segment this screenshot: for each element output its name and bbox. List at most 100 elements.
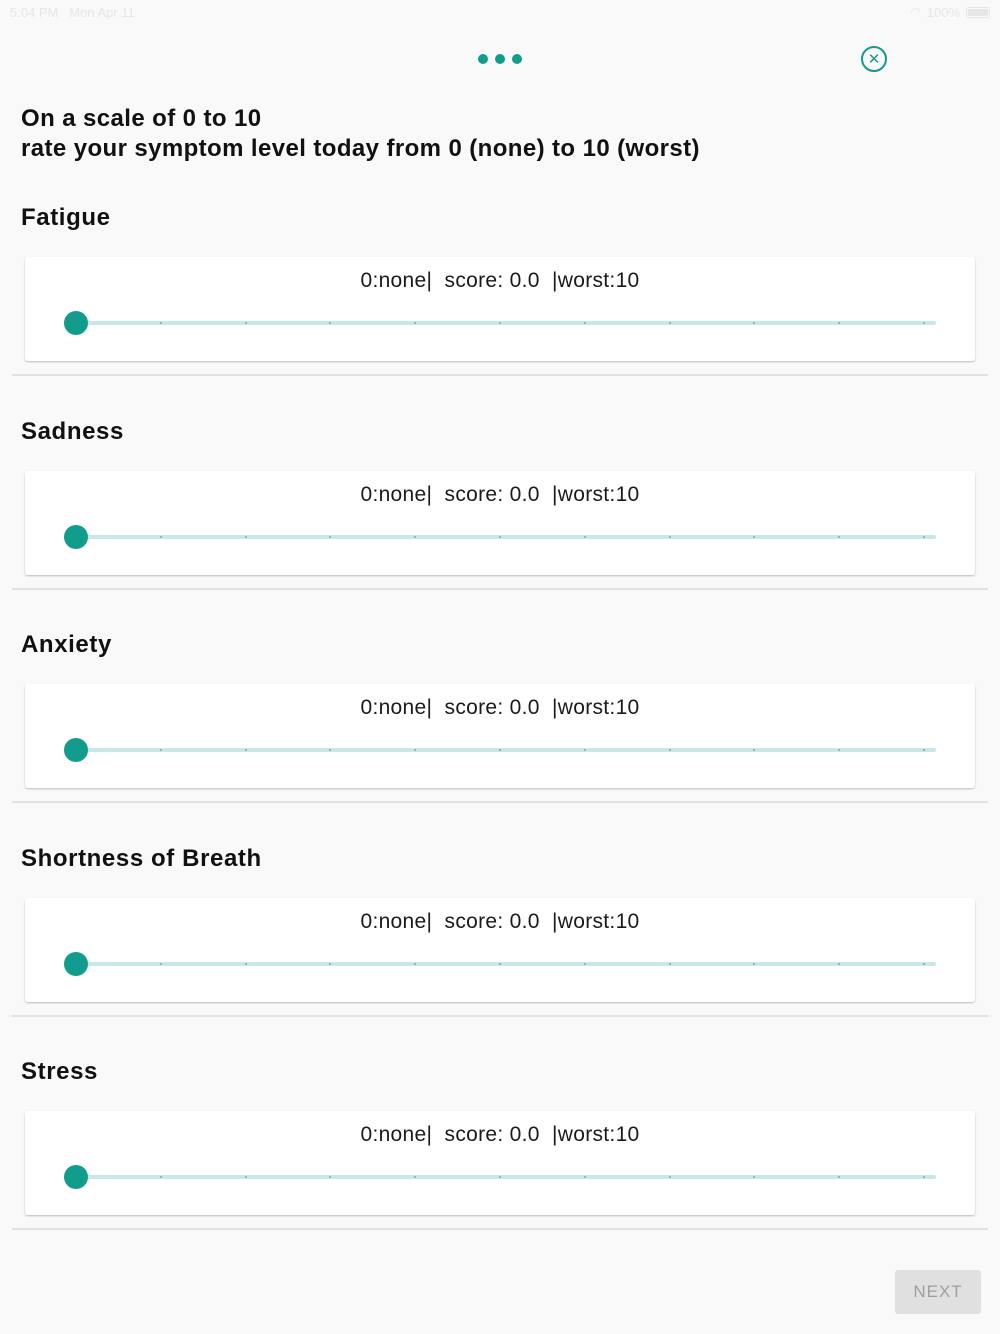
slider-tick: [583, 749, 586, 751]
instruction-line-2: rate your symptom level today from 0 (no…: [21, 135, 700, 162]
score-label: 0:none| score: 0.0 |worst:10: [360, 1123, 640, 1146]
instructions: On a scale of 0 to 10 rate your symptom …: [21, 104, 921, 164]
symptom-slider[interactable]: [64, 1165, 936, 1189]
slider-tick: [838, 536, 841, 538]
divider: [12, 1015, 988, 1017]
symptom-card: 0:none| score: 0.0 |worst:10: [25, 257, 975, 361]
divider: [12, 374, 988, 376]
slider-tick: [923, 749, 925, 751]
symptom-card: 0:none| score: 0.0 |worst:10: [25, 898, 975, 1002]
score-label: 0:none| score: 0.0 |worst:10: [360, 910, 640, 933]
next-button[interactable]: NEXT: [895, 1270, 981, 1314]
score-label: 0:none| score: 0.0 |worst:10: [360, 269, 640, 292]
slider-tick: [923, 322, 925, 324]
battery-icon: [966, 6, 990, 18]
slider-tick: [159, 536, 162, 538]
slider-tick: [583, 536, 586, 538]
status-right: ◠ 100%: [910, 5, 990, 20]
slider-tick: [753, 1176, 756, 1178]
slider-tick: [838, 322, 841, 324]
dot: [495, 54, 505, 64]
slider-tick: [668, 749, 671, 751]
slider-tick: [923, 963, 925, 965]
symptom-card: 0:none| score: 0.0 |worst:10: [25, 684, 975, 788]
slider-tick: [244, 749, 247, 751]
symptom-slider[interactable]: [64, 952, 936, 976]
divider: [12, 1228, 988, 1230]
more-options-icon[interactable]: [478, 53, 522, 65]
slider-tick: [499, 963, 501, 965]
status-time: 5:04 PM: [10, 4, 59, 20]
slider-tick: [414, 1176, 417, 1178]
slider-tick: [414, 963, 417, 965]
slider-thumb[interactable]: [64, 311, 88, 335]
slider-tick: [414, 749, 417, 751]
symptom-section-fatigue: Fatigue 0:none| score: 0.0 |worst:10: [0, 203, 1000, 417]
slider-thumb[interactable]: [64, 952, 88, 976]
slider-tick: [753, 963, 756, 965]
slider-tick: [159, 322, 162, 324]
close-icon[interactable]: ✕: [861, 46, 887, 72]
slider-tick: [244, 322, 247, 324]
slider-tick: [499, 536, 501, 538]
slider-tick: [753, 749, 756, 751]
slider-tick: [329, 536, 332, 538]
battery-percent: 100%: [926, 4, 960, 20]
slider-tick: [583, 1176, 586, 1178]
status-left: 5:04 PM Mon Apr 11: [10, 5, 135, 20]
status-bar: 5:04 PM Mon Apr 11 ◠ 100%: [0, 0, 1000, 24]
slider-tick: [838, 749, 841, 751]
symptom-survey-page: 5:04 PM Mon Apr 11 ◠ 100% ✕ On a scale o…: [0, 0, 1000, 1334]
slider-tick: [414, 322, 417, 324]
slider-tick: [583, 322, 586, 324]
slider-tick: [668, 322, 671, 324]
slider-tick: [329, 749, 332, 751]
slider-tick: [329, 1176, 332, 1178]
symptom-section-stress: Stress 0:none| score: 0.0 |worst:10: [0, 1057, 1000, 1271]
slider-tick: [159, 963, 162, 965]
slider-tick: [244, 536, 247, 538]
slider-tick: [923, 536, 925, 538]
symptom-title: Anxiety: [21, 631, 112, 658]
symptom-title: Sadness: [21, 418, 124, 445]
symptom-section-sadness: Sadness 0:none| score: 0.0 |worst:10: [0, 417, 1000, 631]
slider-tick: [329, 963, 332, 965]
slider-thumb[interactable]: [64, 1165, 88, 1189]
slider-tick: [753, 322, 756, 324]
slider-tick: [414, 536, 417, 538]
symptom-title: Fatigue: [21, 204, 111, 231]
divider: [12, 588, 988, 590]
symptom-slider[interactable]: [64, 738, 936, 762]
status-date: Mon Apr 11: [69, 4, 135, 20]
slider-tick: [244, 1176, 247, 1178]
slider-tick: [159, 1176, 162, 1178]
slider-tick: [244, 963, 247, 965]
slider-tick: [583, 963, 586, 965]
symptom-card: 0:none| score: 0.0 |worst:10: [25, 471, 975, 575]
symptom-title: Stress: [21, 1058, 98, 1085]
score-label: 0:none| score: 0.0 |worst:10: [360, 696, 640, 719]
slider-tick: [838, 963, 841, 965]
wifi-icon: ◠: [910, 5, 921, 19]
slider-thumb[interactable]: [64, 525, 88, 549]
slider-tick: [668, 536, 671, 538]
instruction-line-1: On a scale of 0 to 10: [21, 105, 262, 132]
slider-thumb[interactable]: [64, 738, 88, 762]
symptom-section-anxiety: Anxiety 0:none| score: 0.0 |worst:10: [0, 630, 1000, 844]
slider-tick: [753, 536, 756, 538]
divider: [12, 801, 988, 803]
symptom-section-shortness-of-breath: Shortness of Breath 0:none| score: 0.0 |…: [0, 844, 1000, 1058]
slider-tick: [923, 1176, 925, 1178]
slider-tick: [159, 749, 162, 751]
slider-tick: [329, 322, 332, 324]
symptom-title: Shortness of Breath: [21, 845, 262, 872]
slider-tick: [499, 322, 501, 324]
score-label: 0:none| score: 0.0 |worst:10: [360, 483, 640, 506]
slider-tick: [499, 749, 501, 751]
symptom-slider[interactable]: [64, 525, 936, 549]
dot: [478, 54, 488, 64]
slider-tick: [668, 1176, 671, 1178]
slider-tick: [499, 1176, 501, 1178]
slider-tick: [838, 1176, 841, 1178]
symptom-slider[interactable]: [64, 311, 936, 335]
